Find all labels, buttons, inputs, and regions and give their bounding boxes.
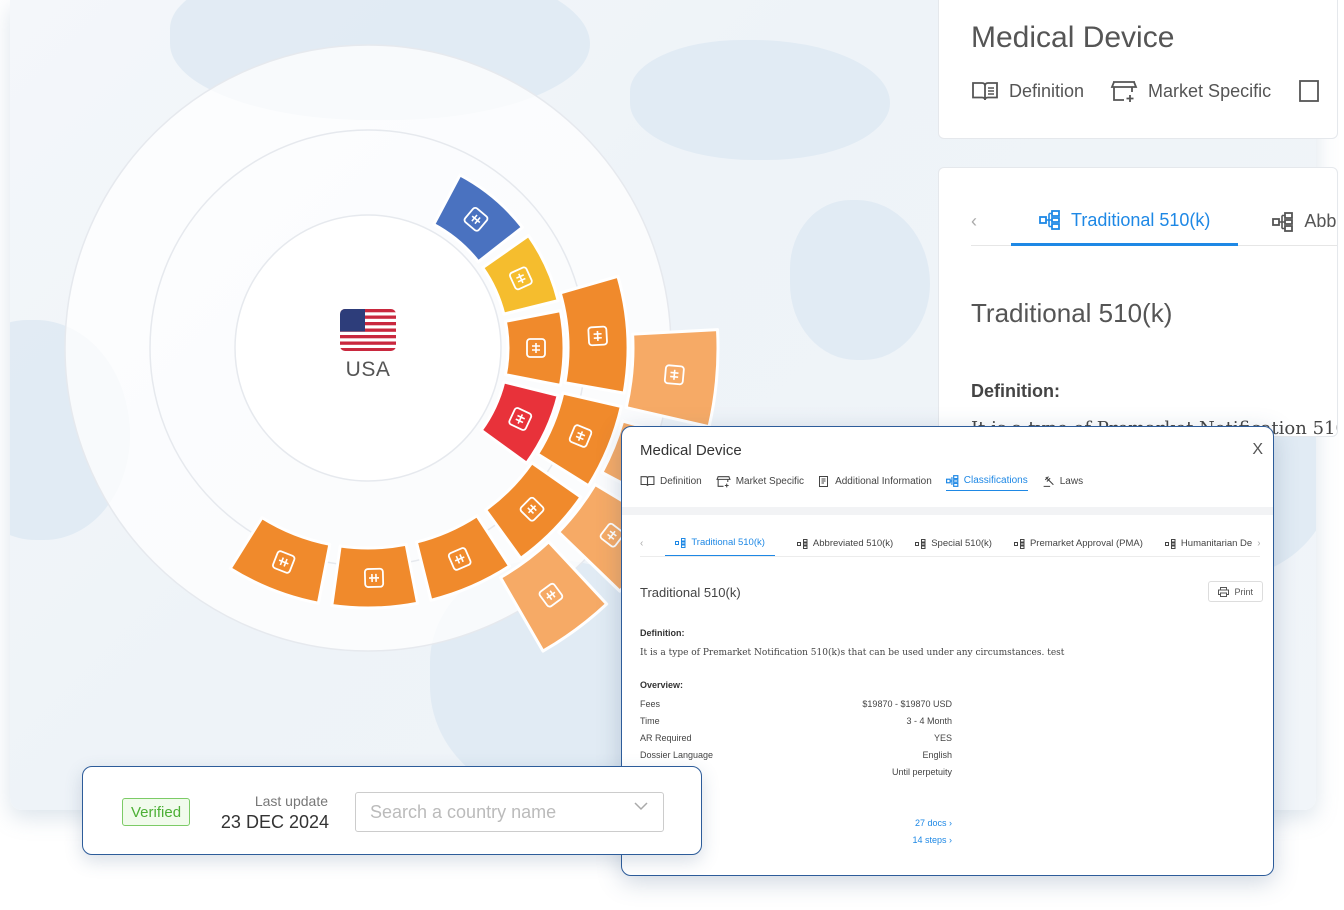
divider (622, 507, 1273, 515)
overview-label: Overview: (640, 680, 684, 690)
chevron-left-icon[interactable]: ‹ (640, 538, 643, 549)
tab-market-specific-label: Market Specific (1148, 80, 1272, 101)
gavel-icon (1043, 475, 1054, 487)
chevron-right-icon[interactable]: › (1257, 538, 1260, 549)
country-search-input[interactable] (355, 792, 664, 832)
subtab-abbreviated-510k-label: Abb (1304, 211, 1337, 231)
row-label: Time (640, 716, 660, 726)
modal-subtab-abbreviated-510k[interactable]: Abbreviated 510(k) (796, 531, 894, 556)
row-value: YES (933, 733, 952, 743)
country-label: USA (345, 358, 391, 381)
row-label: Dossier Language (640, 750, 714, 760)
last-update-label: Last update (254, 793, 328, 809)
book-icon (972, 82, 998, 101)
market-icon (715, 475, 731, 487)
medical-device-modal: Medical Device X Definition Market Speci… (621, 426, 1274, 876)
seg-orange-stethoscope[interactable] (503, 309, 566, 387)
row-value: Until perpetuity (891, 767, 952, 777)
tab-definition-label: Definition (1009, 80, 1085, 101)
definition-label: Definition: (971, 381, 1060, 401)
row-label: Fees (640, 699, 661, 709)
tab-definition[interactable]: Definition (971, 79, 1084, 103)
hierarchy-icon (1039, 210, 1060, 230)
row-value: English (922, 750, 952, 760)
hierarchy-icon (945, 474, 959, 487)
modal-subtab-traditional-510k-label: Traditional 510(k) (691, 537, 765, 548)
modal-subtab-premarket-approval[interactable]: Premarket Approval (PMA) (1013, 531, 1143, 556)
modal-tab-laws-label: Laws (1059, 475, 1084, 487)
hierarchy-icon (1013, 538, 1025, 549)
chevron-right-icon: › (949, 835, 952, 845)
close-button[interactable]: X (1252, 441, 1263, 459)
modal-tab-definition-label: Definition (660, 475, 702, 487)
section-title: Traditional 510(k) (971, 298, 1173, 328)
modal-tab-classifications-label: Classifications (963, 475, 1028, 486)
modal-tab-additional-information[interactable]: Additional Information (818, 471, 932, 491)
modal-subtab-traditional-510k[interactable]: Traditional 510(k) (665, 531, 775, 556)
steps-link-label: 14 steps (912, 835, 947, 845)
modal-tab-classifications[interactable]: Classifications (945, 471, 1028, 491)
printer-icon (1218, 586, 1230, 597)
country-status-bar: Verified Last update 23 DEC 2024 (82, 766, 702, 855)
modal-tab-definition[interactable]: Definition (640, 471, 702, 491)
chevron-down-icon[interactable] (633, 800, 649, 812)
table-row: Dossier Language English (640, 750, 952, 767)
market-icon (1110, 81, 1138, 102)
subtab-abbreviated-510k[interactable]: Abb (1272, 198, 1336, 246)
print-label: Print (1234, 586, 1253, 597)
modal-subtab-humanitarian[interactable]: Humanitarian De › (1164, 531, 1260, 556)
modal-subtab-humanitarian-label: Humanitarian De (1180, 538, 1253, 549)
table-row: Fees $19870 - $19870 USD (640, 699, 952, 716)
document-icon (819, 475, 829, 487)
classification-detail-panel: ‹ Traditional 510(k) Abb Traditional 510… (938, 167, 1338, 437)
tab-market-specific[interactable]: Market Specific (1110, 79, 1271, 103)
subtab-traditional-510k[interactable]: Traditional 510(k) (1011, 198, 1239, 246)
docs-link-label: 27 docs (914, 818, 947, 828)
modal-title: Medical Device (640, 442, 742, 459)
row-label: AR Required (640, 733, 692, 743)
table-row: AR Required YES (640, 733, 952, 750)
modal-tab-market-specific[interactable]: Market Specific (715, 471, 805, 491)
row-value: 3 - 4 Month (906, 716, 952, 726)
hierarchy-icon (915, 538, 926, 549)
verified-badge: Verified (122, 798, 191, 826)
medical-device-header-panel: Medical Device Definition Market Specifi… (938, 0, 1338, 139)
seg-light-top[interactable] (624, 328, 720, 429)
book-icon (640, 476, 655, 486)
print-button[interactable]: Print (1208, 581, 1263, 602)
last-update-date: 23 DEC 2024 (220, 812, 329, 832)
row-value: $19870 - $19870 USD (862, 699, 952, 709)
modal-tab-additional-information-label: Additional Information (835, 475, 932, 487)
steps-link[interactable]: 14 steps › (822, 835, 952, 852)
modal-subtab-premarket-approval-label: Premarket Approval (PMA) (1029, 538, 1143, 549)
hierarchy-icon (1164, 538, 1176, 549)
hierarchy-icon (1272, 211, 1294, 232)
page-title: Medical Device (971, 21, 1175, 54)
modal-tab-laws[interactable]: Laws (1042, 471, 1083, 491)
chevron-left-icon[interactable]: ‹ (971, 211, 977, 232)
modal-tab-market-specific-label: Market Specific (735, 475, 805, 487)
modal-subtab-special-510k[interactable]: Special 510(k) (915, 531, 992, 556)
hierarchy-icon (675, 537, 686, 548)
tab-additional-information[interactable] (1297, 79, 1321, 103)
modal-subtab-special-510k-label: Special 510(k) (931, 538, 992, 549)
seg-orange-bag[interactable] (558, 274, 630, 395)
subtab-traditional-510k-label: Traditional 510(k) (1071, 209, 1211, 230)
hierarchy-icon (796, 538, 808, 549)
seg-orange-signal[interactable] (330, 542, 420, 610)
modal-definition-text: It is a type of Premarket Notification 5… (640, 648, 1065, 658)
modal-subtab-abbreviated-510k-label: Abbreviated 510(k) (812, 538, 894, 549)
document-icon (1299, 80, 1319, 102)
table-row: Time 3 - 4 Month (640, 716, 952, 733)
chevron-right-icon: › (949, 818, 952, 828)
modal-definition-label: Definition: (640, 628, 685, 638)
docs-link[interactable]: 27 docs › (822, 818, 952, 835)
modal-section-title: Traditional 510(k) (640, 585, 741, 600)
